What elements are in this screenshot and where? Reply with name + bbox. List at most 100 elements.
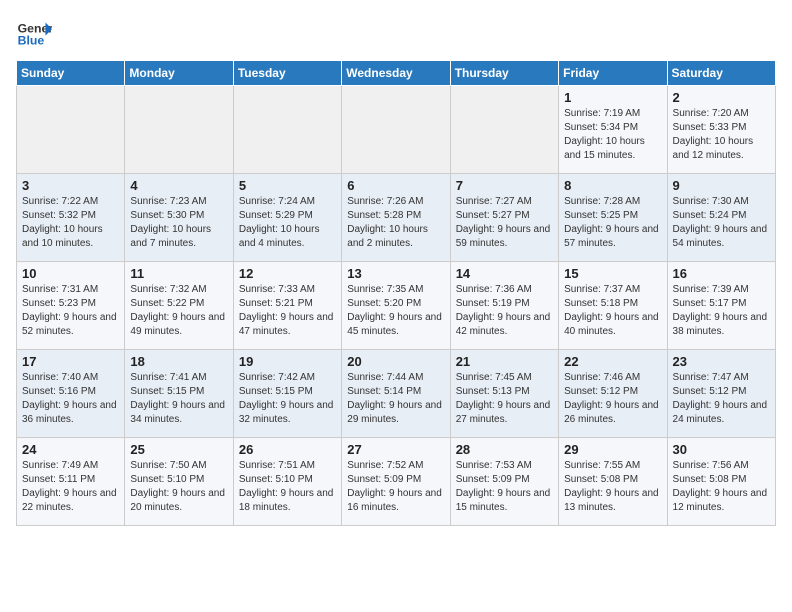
calendar-cell: 30 Sunrise: 7:56 AM Sunset: 5:08 PM Dayli… (667, 438, 775, 526)
day-number: 8 (564, 178, 661, 193)
day-info: Sunrise: 7:49 AM Sunset: 5:11 PM Dayligh… (22, 459, 119, 515)
calendar-table: SundayMondayTuesdayWednesdayThursdayFrid… (16, 60, 776, 526)
day-header-tuesday: Tuesday (233, 61, 341, 86)
day-number: 19 (239, 354, 336, 369)
day-number: 3 (22, 178, 119, 193)
calendar-cell: 19 Sunrise: 7:42 AM Sunset: 5:15 PM Dayli… (233, 350, 341, 438)
day-info: Sunrise: 7:28 AM Sunset: 5:25 PM Dayligh… (564, 195, 661, 251)
calendar-cell (233, 86, 341, 174)
day-number: 7 (456, 178, 553, 193)
day-number: 18 (130, 354, 227, 369)
day-header-sunday: Sunday (17, 61, 125, 86)
day-info: Sunrise: 7:19 AM Sunset: 5:34 PM Dayligh… (564, 107, 661, 163)
calendar-cell: 22Sunrise: 7:46 AM Sunset: 5:12 PM Dayli… (559, 350, 667, 438)
calendar-week-4: 17 Sunrise: 7:40 AM Sunset: 5:16 PM Dayli… (17, 350, 776, 438)
day-number: 23 (673, 354, 770, 369)
day-info: Sunrise: 7:52 AM Sunset: 5:09 PM Dayligh… (347, 459, 444, 515)
day-number: 9 (673, 178, 770, 193)
day-info: Sunrise: 7:42 AM Sunset: 5:15 PM Dayligh… (239, 371, 336, 427)
day-number: 1 (564, 90, 661, 105)
calendar-cell: 20 Sunrise: 7:44 AM Sunset: 5:14 PM Dayli… (342, 350, 450, 438)
calendar-week-1: 1 Sunrise: 7:19 AM Sunset: 5:34 PM Daylig… (17, 86, 776, 174)
calendar-header-row: SundayMondayTuesdayWednesdayThursdayFrid… (17, 61, 776, 86)
day-number: 24 (22, 442, 119, 457)
day-number: 21 (456, 354, 553, 369)
day-info: Sunrise: 7:36 AM Sunset: 5:19 PM Dayligh… (456, 283, 553, 339)
calendar-cell: 2 Sunrise: 7:20 AM Sunset: 5:33 PM Daylig… (667, 86, 775, 174)
day-number: 6 (347, 178, 444, 193)
day-info: Sunrise: 7:46 AM Sunset: 5:12 PM Dayligh… (564, 371, 661, 427)
calendar-cell: 11 Sunrise: 7:32 AM Sunset: 5:22 PM Dayli… (125, 262, 233, 350)
day-info: Sunrise: 7:53 AM Sunset: 5:09 PM Dayligh… (456, 459, 553, 515)
day-info: Sunrise: 7:56 AM Sunset: 5:08 PM Dayligh… (673, 459, 770, 515)
page-header: General Blue (16, 16, 776, 52)
calendar-cell (17, 86, 125, 174)
day-number: 29 (564, 442, 661, 457)
day-header-friday: Friday (559, 61, 667, 86)
day-number: 10 (22, 266, 119, 281)
calendar-cell: 16 Sunrise: 7:39 AM Sunset: 5:17 PM Dayli… (667, 262, 775, 350)
calendar-cell (342, 86, 450, 174)
day-info: Sunrise: 7:55 AM Sunset: 5:08 PM Dayligh… (564, 459, 661, 515)
calendar-cell: 28 Sunrise: 7:53 AM Sunset: 5:09 PM Dayli… (450, 438, 558, 526)
day-header-wednesday: Wednesday (342, 61, 450, 86)
day-number: 11 (130, 266, 227, 281)
day-info: Sunrise: 7:39 AM Sunset: 5:17 PM Dayligh… (673, 283, 770, 339)
day-info: Sunrise: 7:31 AM Sunset: 5:23 PM Dayligh… (22, 283, 119, 339)
calendar-cell: 8 Sunrise: 7:28 AM Sunset: 5:25 PM Daylig… (559, 174, 667, 262)
calendar-cell: 14Sunrise: 7:36 AM Sunset: 5:19 PM Dayli… (450, 262, 558, 350)
calendar-cell: 5 Sunrise: 7:24 AM Sunset: 5:29 PM Daylig… (233, 174, 341, 262)
day-info: Sunrise: 7:35 AM Sunset: 5:20 PM Dayligh… (347, 283, 444, 339)
calendar-week-2: 3 Sunrise: 7:22 AM Sunset: 5:32 PM Daylig… (17, 174, 776, 262)
day-info: Sunrise: 7:26 AM Sunset: 5:28 PM Dayligh… (347, 195, 444, 251)
day-info: Sunrise: 7:44 AM Sunset: 5:14 PM Dayligh… (347, 371, 444, 427)
calendar-cell: 3 Sunrise: 7:22 AM Sunset: 5:32 PM Daylig… (17, 174, 125, 262)
day-number: 12 (239, 266, 336, 281)
day-info: Sunrise: 7:37 AM Sunset: 5:18 PM Dayligh… (564, 283, 661, 339)
day-number: 15 (564, 266, 661, 281)
calendar-week-5: 24 Sunrise: 7:49 AM Sunset: 5:11 PM Dayli… (17, 438, 776, 526)
day-info: Sunrise: 7:20 AM Sunset: 5:33 PM Dayligh… (673, 107, 770, 163)
calendar-cell: 25 Sunrise: 7:50 AM Sunset: 5:10 PM Dayli… (125, 438, 233, 526)
calendar-body: 1 Sunrise: 7:19 AM Sunset: 5:34 PM Daylig… (17, 86, 776, 526)
day-info: Sunrise: 7:40 AM Sunset: 5:16 PM Dayligh… (22, 371, 119, 427)
day-info: Sunrise: 7:22 AM Sunset: 5:32 PM Dayligh… (22, 195, 119, 251)
day-number: 20 (347, 354, 444, 369)
calendar-cell: 12 Sunrise: 7:33 AM Sunset: 5:21 PM Dayli… (233, 262, 341, 350)
day-header-saturday: Saturday (667, 61, 775, 86)
day-number: 28 (456, 442, 553, 457)
calendar-cell: 7 Sunrise: 7:27 AM Sunset: 5:27 PM Daylig… (450, 174, 558, 262)
svg-text:Blue: Blue (18, 34, 45, 48)
calendar-cell: 17 Sunrise: 7:40 AM Sunset: 5:16 PM Dayli… (17, 350, 125, 438)
calendar-cell (450, 86, 558, 174)
day-info: Sunrise: 7:32 AM Sunset: 5:22 PM Dayligh… (130, 283, 227, 339)
calendar-cell: 29 Sunrise: 7:55 AM Sunset: 5:08 PM Dayli… (559, 438, 667, 526)
day-info: Sunrise: 7:33 AM Sunset: 5:21 PM Dayligh… (239, 283, 336, 339)
day-number: 4 (130, 178, 227, 193)
day-number: 16 (673, 266, 770, 281)
calendar-cell: 24 Sunrise: 7:49 AM Sunset: 5:11 PM Dayli… (17, 438, 125, 526)
day-number: 25 (130, 442, 227, 457)
calendar-cell: 6 Sunrise: 7:26 AM Sunset: 5:28 PM Daylig… (342, 174, 450, 262)
day-info: Sunrise: 7:30 AM Sunset: 5:24 PM Dayligh… (673, 195, 770, 251)
day-info: Sunrise: 7:23 AM Sunset: 5:30 PM Dayligh… (130, 195, 227, 251)
day-number: 30 (673, 442, 770, 457)
calendar-cell: 13Sunrise: 7:35 AM Sunset: 5:20 PM Dayli… (342, 262, 450, 350)
day-number: 2 (673, 90, 770, 105)
day-info: Sunrise: 7:24 AM Sunset: 5:29 PM Dayligh… (239, 195, 336, 251)
day-number: 27 (347, 442, 444, 457)
day-number: 17 (22, 354, 119, 369)
calendar-cell: 23Sunrise: 7:47 AM Sunset: 5:12 PM Dayli… (667, 350, 775, 438)
day-info: Sunrise: 7:27 AM Sunset: 5:27 PM Dayligh… (456, 195, 553, 251)
day-number: 5 (239, 178, 336, 193)
calendar-cell: 1 Sunrise: 7:19 AM Sunset: 5:34 PM Daylig… (559, 86, 667, 174)
calendar-cell: 21Sunrise: 7:45 AM Sunset: 5:13 PM Dayli… (450, 350, 558, 438)
day-info: Sunrise: 7:50 AM Sunset: 5:10 PM Dayligh… (130, 459, 227, 515)
logo: General Blue (16, 16, 56, 52)
calendar-cell: 26Sunrise: 7:51 AM Sunset: 5:10 PM Dayli… (233, 438, 341, 526)
calendar-cell: 18Sunrise: 7:41 AM Sunset: 5:15 PM Dayli… (125, 350, 233, 438)
day-header-thursday: Thursday (450, 61, 558, 86)
logo-icon: General Blue (16, 16, 52, 52)
calendar-cell: 9 Sunrise: 7:30 AM Sunset: 5:24 PM Daylig… (667, 174, 775, 262)
day-info: Sunrise: 7:51 AM Sunset: 5:10 PM Dayligh… (239, 459, 336, 515)
